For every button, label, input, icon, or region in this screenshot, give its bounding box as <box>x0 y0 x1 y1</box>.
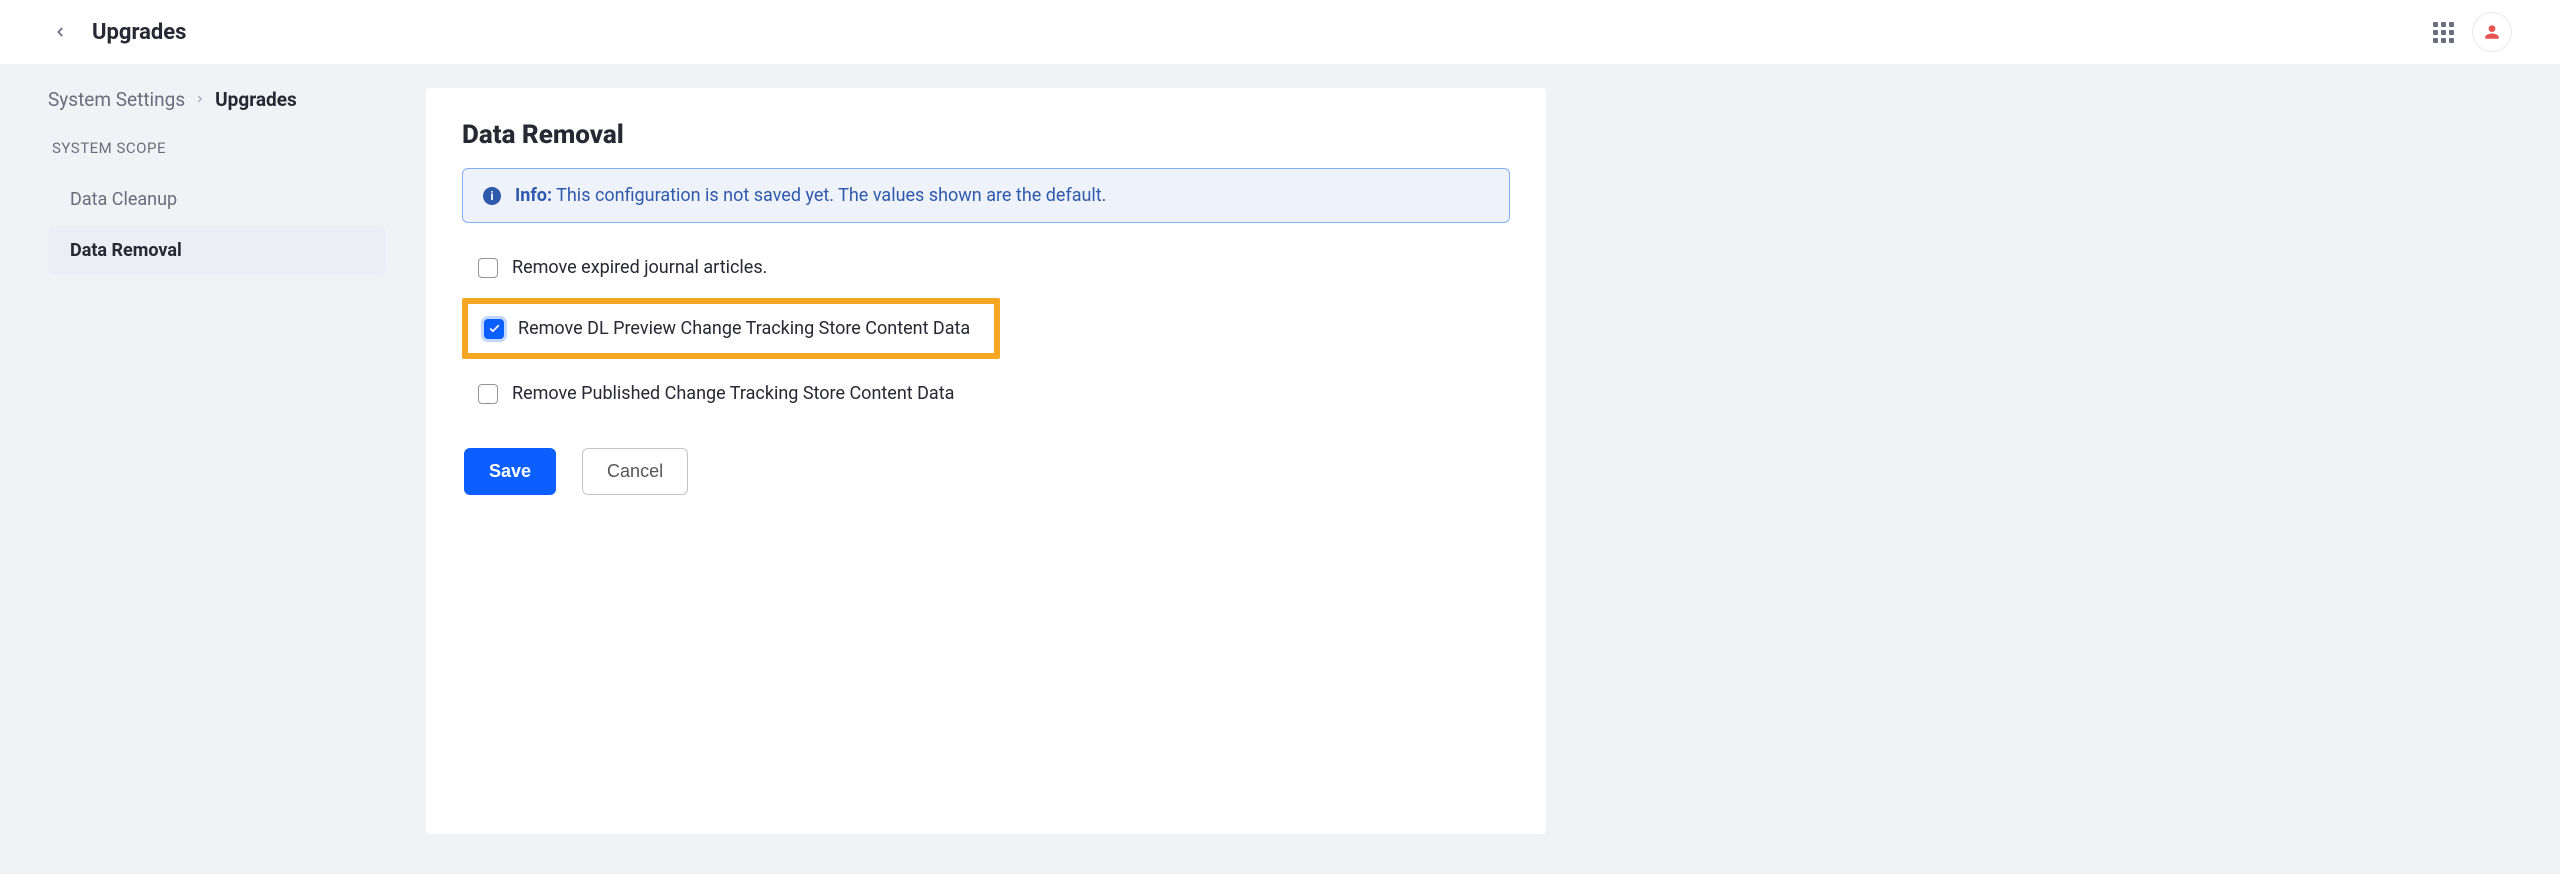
user-avatar-icon[interactable] <box>2472 12 2512 52</box>
checkbox-label: Remove expired journal articles. <box>512 257 767 278</box>
page-title: Upgrades <box>92 20 187 45</box>
info-icon: i <box>483 187 501 205</box>
topbar-right <box>2433 12 2512 52</box>
info-message: This configuration is not saved yet. The… <box>556 185 1106 206</box>
checkbox-row-published[interactable]: Remove Published Change Tracking Store C… <box>462 369 1510 418</box>
chevron-right-icon <box>195 92 205 108</box>
info-text: Info: This configuration is not saved ye… <box>515 185 1106 206</box>
checkbox-label: Remove Published Change Tracking Store C… <box>512 383 954 404</box>
breadcrumb-current: Upgrades <box>215 88 297 111</box>
save-button[interactable]: Save <box>464 448 556 495</box>
breadcrumb-root[interactable]: System Settings <box>48 88 185 111</box>
checkbox-icon[interactable] <box>478 258 498 278</box>
body-area: System Settings Upgrades SYSTEM SCOPE Da… <box>0 64 2560 874</box>
breadcrumb: System Settings Upgrades <box>48 88 386 111</box>
info-label: Info: <box>515 185 552 206</box>
main-panel: Data Removal i Info: This configuration … <box>426 88 1546 834</box>
topbar-left: Upgrades <box>48 20 187 45</box>
sidebar-item-data-cleanup[interactable]: Data Cleanup <box>48 175 386 224</box>
back-chevron-icon[interactable] <box>48 20 72 44</box>
checkbox-icon[interactable] <box>478 384 498 404</box>
checkbox-row-dl-preview[interactable]: Remove DL Preview Change Tracking Store … <box>468 304 994 353</box>
info-alert: i Info: This configuration is not saved … <box>462 168 1510 223</box>
apps-grid-icon[interactable] <box>2433 22 2454 43</box>
sidebar: System Settings Upgrades SYSTEM SCOPE Da… <box>16 88 406 834</box>
button-row: Save Cancel <box>462 448 1510 495</box>
checkbox-row-expired-journal[interactable]: Remove expired journal articles. <box>462 243 1510 292</box>
checkbox-icon[interactable] <box>484 319 504 339</box>
panel-title: Data Removal <box>462 120 1510 150</box>
highlight-box: Remove DL Preview Change Tracking Store … <box>462 298 1000 359</box>
topbar: Upgrades <box>0 0 2560 64</box>
checkbox-label: Remove DL Preview Change Tracking Store … <box>518 318 970 339</box>
scope-label: SYSTEM SCOPE <box>52 139 386 157</box>
cancel-button[interactable]: Cancel <box>582 448 688 495</box>
sidebar-item-data-removal[interactable]: Data Removal <box>48 226 386 275</box>
